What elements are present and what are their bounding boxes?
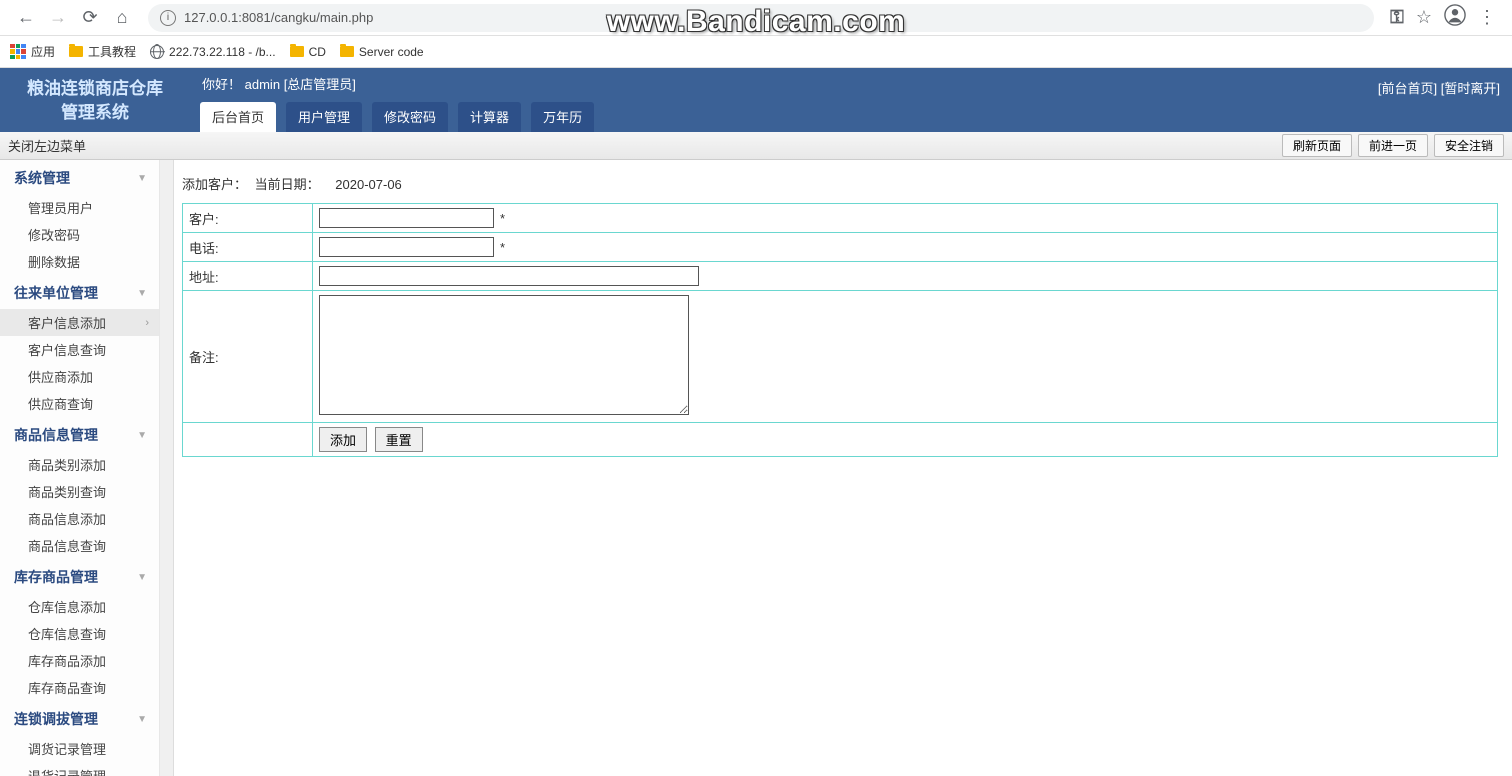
chevron-down-icon: ▼	[137, 173, 147, 184]
leave-link[interactable]: [暂时离开]	[1441, 81, 1500, 96]
url-text: 127.0.0.1:8081/cangku/main.php	[184, 10, 373, 25]
back-button[interactable]: ←	[14, 6, 38, 30]
browser-toolbar: ← → ⟳ ⌂ i 127.0.0.1:8081/cangku/main.php…	[0, 0, 1512, 36]
customer-input[interactable]	[319, 208, 494, 228]
tab-users[interactable]: 用户管理	[286, 102, 362, 132]
sidebar-section-header[interactable]: 系统管理▼	[0, 160, 159, 194]
sidebar-item[interactable]: 供应商添加	[0, 363, 159, 390]
sub-toolbar: 关闭左边菜单 刷新页面 前进一页 安全注销	[0, 132, 1512, 160]
sidebar-item[interactable]: 客户信息查询	[0, 336, 159, 363]
tab-home[interactable]: 后台首页	[200, 102, 276, 132]
content-area: 添加客户： 当前日期： 2020-07-06 客户: * 电话: * 地址: 备…	[174, 160, 1512, 776]
sidebar-item[interactable]: 商品类别查询	[0, 478, 159, 505]
key-icon[interactable]: ⚿	[1390, 7, 1404, 28]
sidebar-item[interactable]: 退货记录管理	[0, 762, 159, 776]
tab-password[interactable]: 修改密码	[372, 102, 448, 132]
folder-icon	[290, 46, 304, 57]
sidebar-item[interactable]: 供应商查询	[0, 390, 159, 417]
apps-label: 应用	[31, 43, 55, 60]
sidebar-item[interactable]: 仓库信息添加	[0, 593, 159, 620]
sidebar-section-header[interactable]: 连锁调拔管理▼	[0, 701, 159, 735]
page-heading: 添加客户： 当前日期： 2020-07-06	[182, 174, 1498, 193]
sidebar-item[interactable]: 商品信息添加	[0, 505, 159, 532]
reload-button[interactable]: ⟳	[78, 6, 102, 30]
add-button[interactable]	[319, 427, 367, 452]
bookmark-item[interactable]: CD	[290, 45, 326, 59]
required-mark: *	[500, 240, 505, 255]
menu-icon[interactable]: ⋮	[1478, 7, 1496, 28]
sidebar-section-header[interactable]: 往来单位管理▼	[0, 275, 159, 309]
nav-tabs: 后台首页 用户管理 修改密码 计算器 万年历	[190, 102, 1512, 132]
info-icon: i	[160, 10, 176, 26]
customer-form-table: 客户: * 电话: * 地址: 备注:	[182, 203, 1498, 457]
phone-input[interactable]	[319, 237, 494, 257]
chevron-down-icon: ▼	[137, 714, 147, 725]
refresh-button[interactable]: 刷新页面	[1282, 134, 1352, 157]
chevron-right-icon: ›	[145, 317, 149, 329]
address-input[interactable]	[319, 266, 699, 286]
greeting: 你好！ admin [总店管理员]	[190, 74, 1512, 93]
bookmark-item[interactable]: 222.73.22.118 - /b...	[150, 45, 276, 59]
address-bar[interactable]: i 127.0.0.1:8081/cangku/main.php	[148, 4, 1374, 32]
sidebar-item[interactable]: 客户信息添加›	[0, 309, 159, 336]
chevron-down-icon: ▼	[137, 288, 147, 299]
chevron-down-icon: ▼	[137, 572, 147, 583]
label-customer: 客户:	[183, 204, 313, 233]
chevron-down-icon: ▼	[137, 430, 147, 441]
profile-icon[interactable]	[1444, 4, 1466, 31]
sidebar-item[interactable]: 调货记录管理	[0, 735, 159, 762]
app-header: 粮油连锁商店仓库 管理系统 你好！ admin [总店管理员] 后台首页 用户管…	[0, 68, 1512, 132]
tab-calculator[interactable]: 计算器	[458, 102, 521, 132]
sidebar-splitter[interactable]	[160, 160, 174, 776]
sidebar-item[interactable]: 商品类别添加	[0, 451, 159, 478]
sidebar-item[interactable]: 管理员用户	[0, 194, 159, 221]
bookmark-item[interactable]: Server code	[340, 45, 424, 59]
star-icon[interactable]: ☆	[1416, 7, 1432, 28]
sidebar-item[interactable]: 商品信息查询	[0, 532, 159, 559]
logout-button[interactable]: 安全注销	[1434, 134, 1504, 157]
bookmark-bar: 应用 工具教程 222.73.22.118 - /b... CD Server …	[0, 36, 1512, 68]
bookmark-item[interactable]: 工具教程	[69, 43, 136, 60]
folder-icon	[340, 46, 354, 57]
label-phone: 电话:	[183, 233, 313, 262]
forward-button[interactable]: →	[46, 6, 70, 30]
sidebar-item[interactable]: 库存商品查询	[0, 674, 159, 701]
globe-icon	[150, 45, 164, 59]
label-remark: 备注:	[183, 291, 313, 423]
required-mark: *	[500, 211, 505, 226]
remark-textarea[interactable]	[319, 295, 689, 415]
header-links: [前台首页] [暂时离开]	[1378, 78, 1500, 97]
front-page-link[interactable]: [前台首页]	[1378, 81, 1437, 96]
sidebar: 系统管理▼管理员用户修改密码删除数据往来单位管理▼客户信息添加›客户信息查询供应…	[0, 160, 160, 776]
sidebar-item[interactable]: 修改密码	[0, 221, 159, 248]
sidebar-section-header[interactable]: 商品信息管理▼	[0, 417, 159, 451]
forward-page-button[interactable]: 前进一页	[1358, 134, 1428, 157]
sidebar-item[interactable]: 仓库信息查询	[0, 620, 159, 647]
reset-button[interactable]	[375, 427, 423, 452]
browser-right-controls: ⚿ ☆ ⋮	[1384, 4, 1502, 31]
app-title: 粮油连锁商店仓库 管理系统	[0, 75, 190, 125]
home-button[interactable]: ⌂	[110, 6, 134, 30]
apps-icon	[10, 44, 26, 60]
apps-button[interactable]: 应用	[10, 43, 55, 60]
sidebar-item[interactable]: 删除数据	[0, 248, 159, 275]
close-menu-link[interactable]: 关闭左边菜单	[8, 136, 86, 155]
folder-icon	[69, 46, 83, 57]
label-address: 地址:	[183, 262, 313, 291]
sidebar-item[interactable]: 库存商品添加	[0, 647, 159, 674]
sidebar-section-header[interactable]: 库存商品管理▼	[0, 559, 159, 593]
tab-calendar[interactable]: 万年历	[531, 102, 594, 132]
